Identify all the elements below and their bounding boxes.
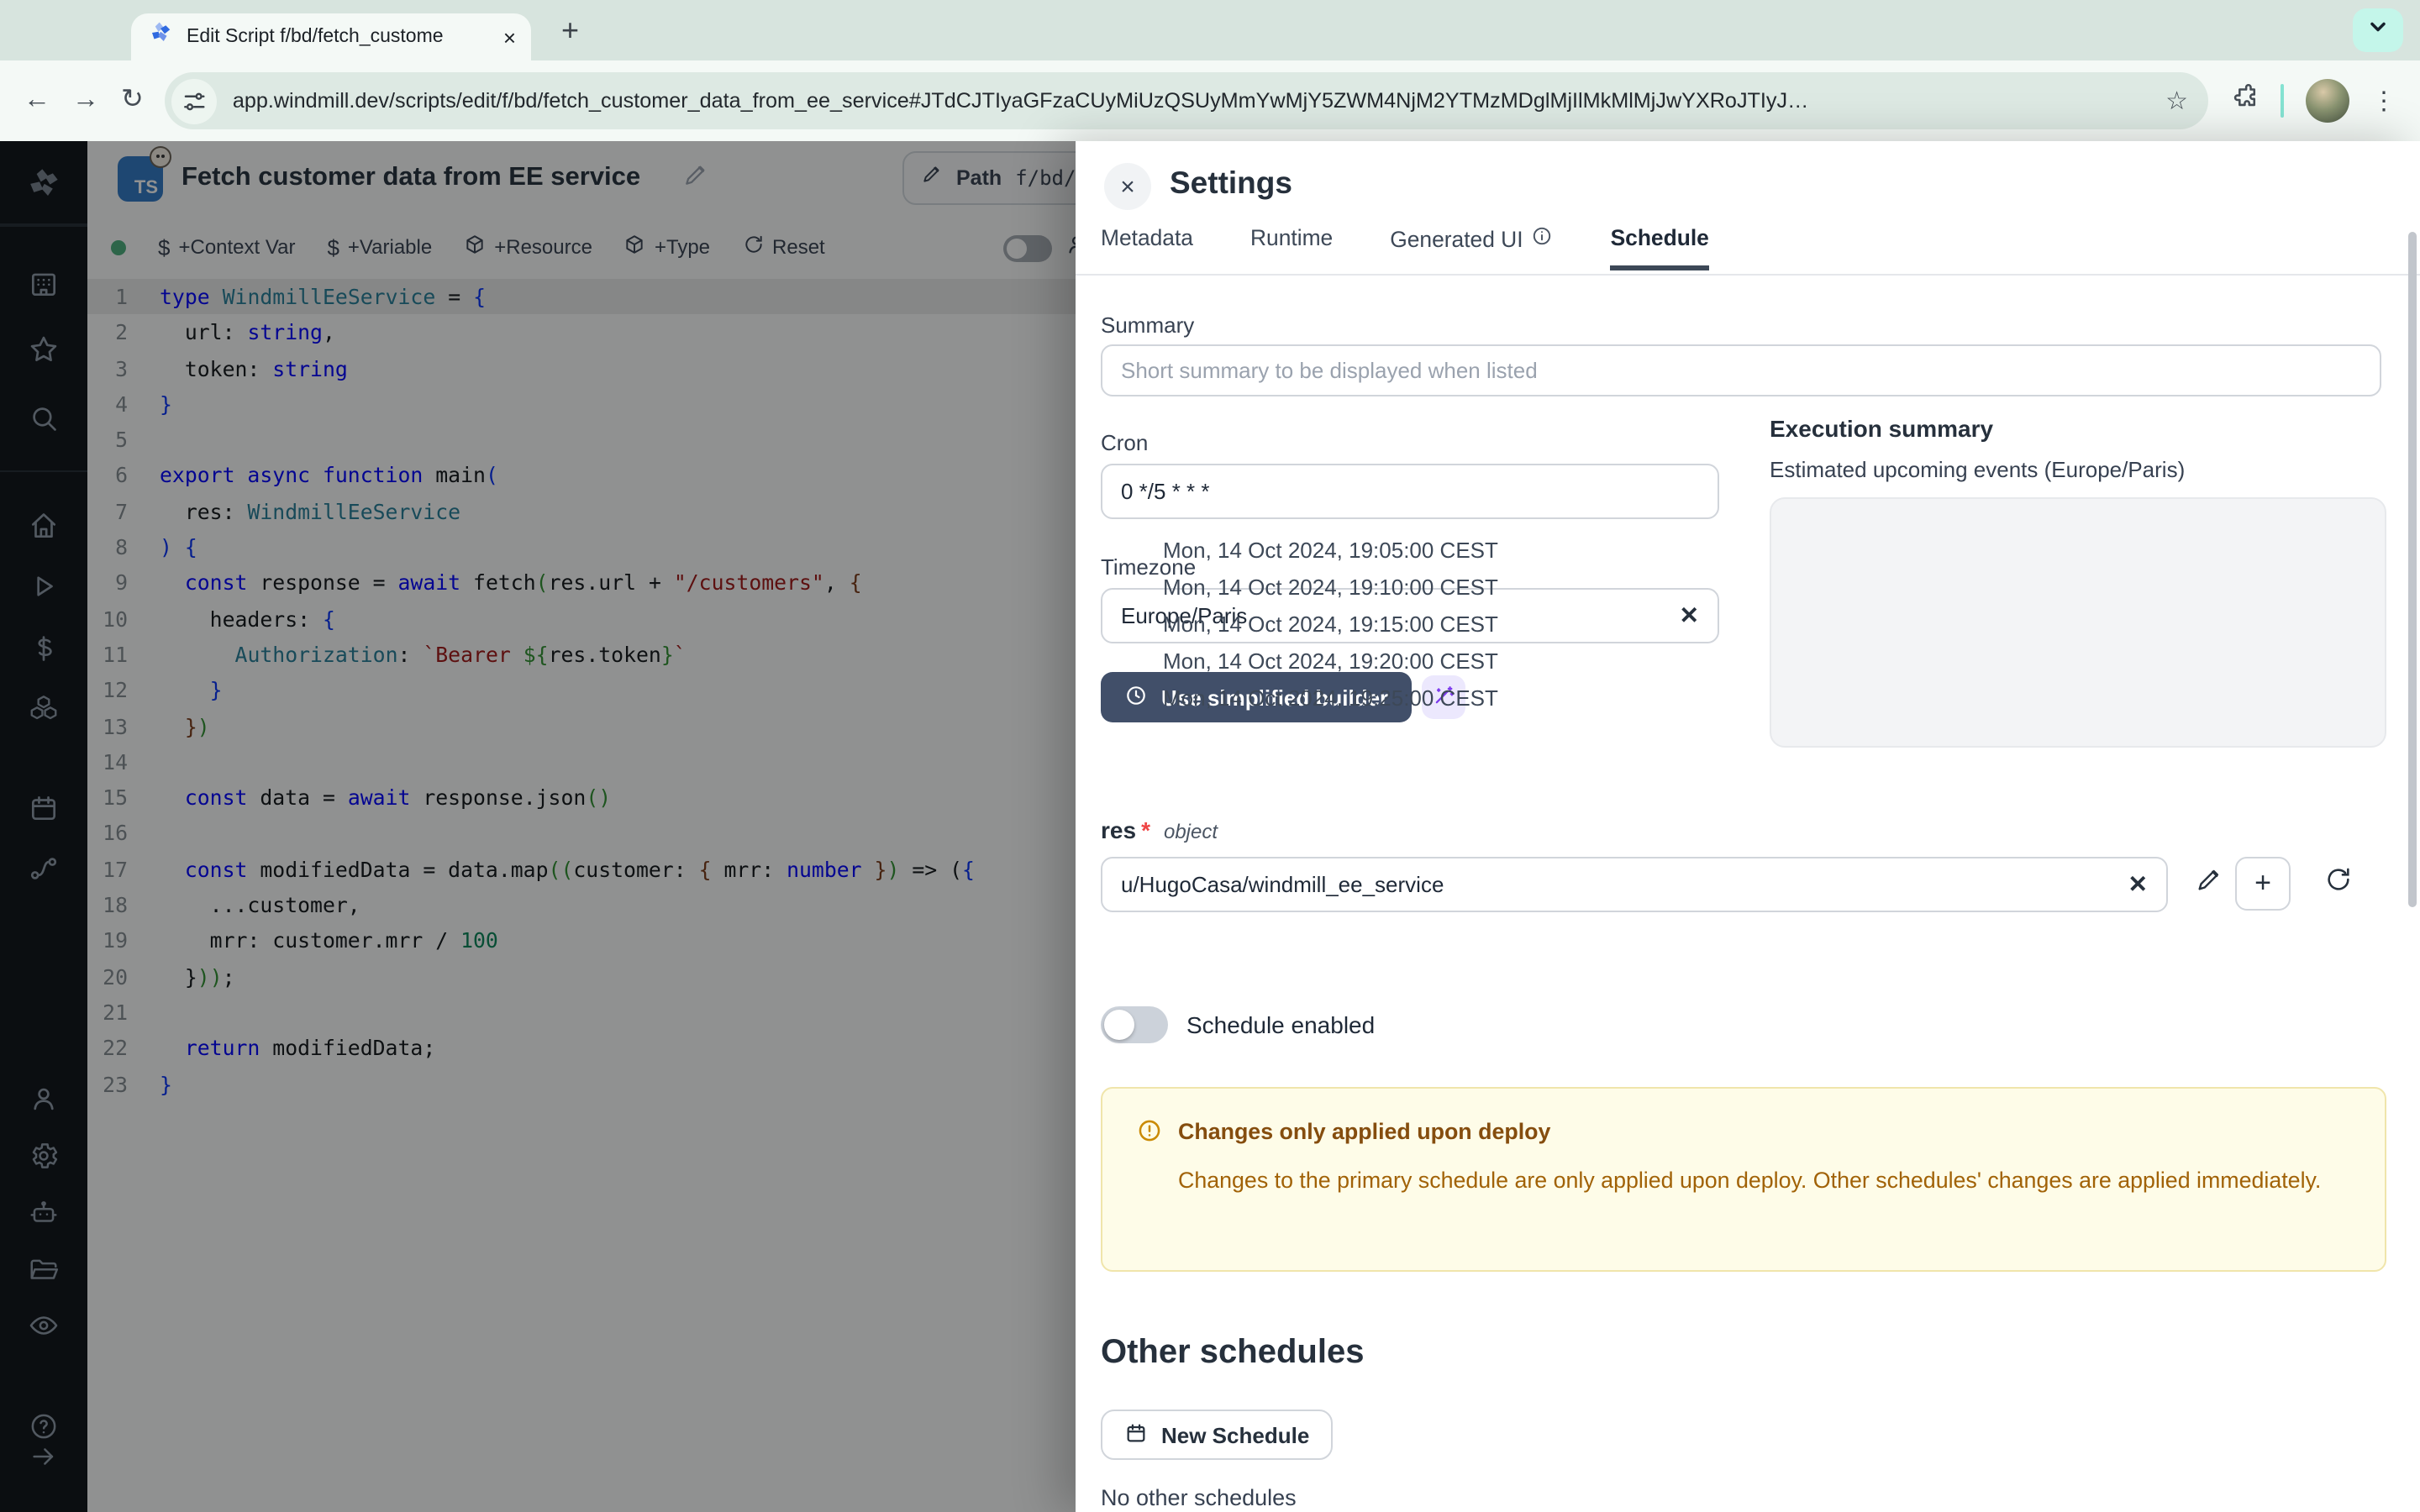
upcoming-events-box [1770,497,2386,748]
schedule-enabled-toggle[interactable] [1101,1006,1168,1043]
browser-menu-icon[interactable]: ⋮ [2371,86,2396,116]
new-schedule-button[interactable]: New Schedule [1101,1410,1333,1460]
upcoming-event: Mon, 14 Oct 2024, 19:25:00 CEST [1163,685,1498,711]
tab-schedule[interactable]: Schedule [1611,225,1709,270]
cron-input[interactable]: 0 */5 * * * [1101,464,1719,519]
address-bar[interactable]: app.windmill.dev/scripts/edit/f/bd/fetch… [166,72,2208,129]
clock-icon [1124,683,1148,711]
edit-resource-pencil-icon[interactable] [2185,864,2233,895]
url-text: app.windmill.dev/scripts/edit/f/bd/fetch… [233,89,2150,113]
toolbar-separator [2281,84,2284,118]
browser-tabstrip: Edit Script f/bd/fetch_custome × + [0,0,2420,60]
reload-button[interactable]: ↻ [121,87,144,114]
deploy-warning-box: Changes only applied upon deploy Changes… [1101,1087,2386,1272]
settings-title: Settings [1170,165,1292,202]
summary-label: Summary [1101,312,1194,338]
add-resource-plus-button[interactable]: + [2235,857,2291,911]
res-resource-input[interactable]: u/HugoCasa/windmill_ee_service ✕ [1101,857,2168,912]
screen: Edit Script f/bd/fetch_custome × + ← → ↻… [0,0,2420,1512]
tab-generated-ui[interactable]: Generated UI [1390,225,1553,272]
plus-icon: + [2254,867,2271,900]
windmill-favicon [148,20,173,54]
upcoming-event: Mon, 14 Oct 2024, 19:10:00 CEST [1163,575,1498,600]
other-schedules-heading: Other schedules [1101,1334,1364,1373]
execution-summary-subheading: Estimated upcoming events (Europe/Paris) [1770,457,2185,482]
calendar-icon [1124,1420,1148,1449]
browser-toolbar: ← → ↻ app.windmill.dev/scripts/edit/f/bd… [0,60,2420,141]
drawer-scrollbar[interactable] [2408,232,2417,907]
back-button[interactable]: ← [24,87,50,114]
tab-search-button[interactable] [2353,8,2403,52]
schedule-enabled-label: Schedule enabled [1186,1011,1375,1038]
upcoming-event: Mon, 14 Oct 2024, 19:15:00 CEST [1163,612,1498,637]
profile-avatar[interactable] [2306,79,2349,123]
refresh-resource-icon[interactable] [2314,864,2363,895]
res-field-label: res* object [1101,816,1218,843]
site-info-button[interactable] [172,78,218,123]
warning-body: Changes to the primary schedule are only… [1178,1163,2338,1198]
info-icon [1532,225,1554,252]
settings-drawer: × Settings Metadata Runtime Generated UI… [1076,141,2420,1512]
no-other-schedules-text: No other schedules [1101,1485,1297,1510]
execution-summary-heading: Execution summary [1770,415,1993,442]
chevron-down-icon [2366,14,2390,46]
tab-metadata[interactable]: Metadata [1101,225,1193,270]
upcoming-event: Mon, 14 Oct 2024, 19:20:00 CEST [1163,648,1498,674]
warning-icon [1136,1117,1163,1152]
summary-input[interactable]: Short summary to be displayed when liste… [1101,344,2381,396]
windmill-app: TS Fetch customer data from EE service P… [0,141,2420,1512]
upcoming-event: Mon, 14 Oct 2024, 19:05:00 CEST [1163,538,1498,563]
bookmark-star-icon[interactable]: ☆ [2165,86,2188,116]
forward-button[interactable]: → [72,87,99,114]
modal-overlay[interactable] [0,141,1076,1512]
tab-runtime[interactable]: Runtime [1250,225,1333,270]
extensions-icon[interactable] [2230,82,2259,119]
close-icon: × [1120,172,1135,201]
settings-tabs: Metadata Runtime Generated UI Schedule [1076,225,2420,276]
browser-tab[interactable]: Edit Script f/bd/fetch_custome × [131,13,531,60]
tab-title: Edit Script f/bd/fetch_custome [187,27,490,47]
cron-label: Cron [1101,430,1148,455]
warning-title: Changes only applied upon deploy [1178,1119,1550,1144]
clear-timezone-icon[interactable]: ✕ [1680,601,1699,630]
clear-resource-icon[interactable]: ✕ [2128,870,2148,899]
tab-close-icon[interactable]: × [503,26,516,48]
close-settings-button[interactable]: × [1104,163,1151,210]
new-tab-button[interactable]: + [561,13,579,49]
